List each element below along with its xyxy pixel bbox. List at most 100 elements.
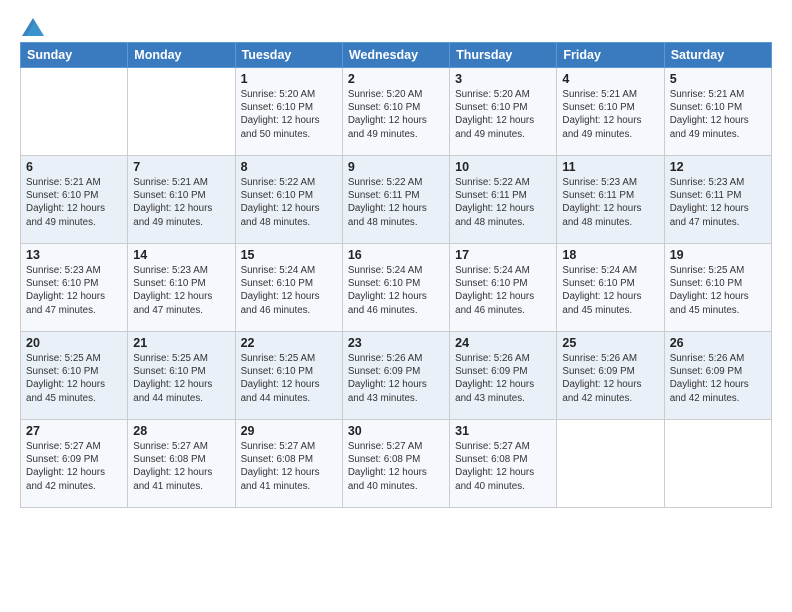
day-info: Sunrise: 5:23 AM Sunset: 6:10 PM Dayligh…: [26, 264, 122, 317]
day-number: 17: [455, 248, 551, 262]
page: SundayMondayTuesdayWednesdayThursdayFrid…: [0, 0, 792, 612]
day-cell: 7Sunrise: 5:21 AM Sunset: 6:10 PM Daylig…: [128, 156, 235, 244]
day-number: 26: [670, 336, 766, 350]
day-number: 9: [348, 160, 444, 174]
day-number: 23: [348, 336, 444, 350]
day-number: 14: [133, 248, 229, 262]
day-cell: 22 Sunrise: 5:25 AM Sunset: 6:10 PM Dayli…: [235, 332, 342, 420]
day-cell: [128, 68, 235, 156]
day-cell: 23 Sunrise: 5:26 AM Sunset: 6:09 PM Dayli…: [342, 332, 449, 420]
logo-icon: [22, 18, 44, 36]
day-info: Sunrise: 5:24 AM Sunset: 6:10 PM Dayligh…: [241, 264, 337, 317]
day-info: Sunrise: 5:25 AM Sunset: 6:10 PM Dayligh…: [241, 352, 337, 405]
day-cell: 9 Sunrise: 5:22 AM Sunset: 6:11 PM Daylig…: [342, 156, 449, 244]
week-row-3: 13 Sunrise: 5:23 AM Sunset: 6:10 PM Dayli…: [21, 244, 772, 332]
day-cell: 28 Sunrise: 5:27 AM Sunset: 6:08 PM Dayli…: [128, 420, 235, 508]
calendar: SundayMondayTuesdayWednesdayThursdayFrid…: [20, 42, 772, 508]
day-number: 19: [670, 248, 766, 262]
day-number: 28: [133, 424, 229, 438]
header-cell-wednesday: Wednesday: [342, 43, 449, 68]
day-number: 21: [133, 336, 229, 350]
day-info: Sunrise: 5:26 AM Sunset: 6:09 PM Dayligh…: [455, 352, 551, 405]
header-cell-thursday: Thursday: [450, 43, 557, 68]
day-cell: 1 Sunrise: 5:20 AM Sunset: 6:10 PM Daylig…: [235, 68, 342, 156]
logo: [20, 18, 44, 36]
day-number: 2: [348, 72, 444, 86]
day-cell: 29Sunrise: 5:27 AM Sunset: 6:08 PM Dayli…: [235, 420, 342, 508]
day-info: Sunrise: 5:24 AM Sunset: 6:10 PM Dayligh…: [562, 264, 658, 317]
header-cell-monday: Monday: [128, 43, 235, 68]
day-info: Sunrise: 5:24 AM Sunset: 6:10 PM Dayligh…: [455, 264, 551, 317]
day-number: 4: [562, 72, 658, 86]
day-info: Sunrise: 5:20 AM Sunset: 6:10 PM Dayligh…: [348, 88, 444, 141]
day-number: 8: [241, 160, 337, 174]
day-cell: 5Sunrise: 5:21 AM Sunset: 6:10 PM Daylig…: [664, 68, 771, 156]
day-info: Sunrise: 5:21 AM Sunset: 6:10 PM Dayligh…: [562, 88, 658, 141]
day-info: Sunrise: 5:27 AM Sunset: 6:08 PM Dayligh…: [348, 440, 444, 493]
day-cell: 11 Sunrise: 5:23 AM Sunset: 6:11 PM Dayli…: [557, 156, 664, 244]
day-cell: 30 Sunrise: 5:27 AM Sunset: 6:08 PM Dayli…: [342, 420, 449, 508]
day-cell: 26 Sunrise: 5:26 AM Sunset: 6:09 PM Dayli…: [664, 332, 771, 420]
header-cell-tuesday: Tuesday: [235, 43, 342, 68]
day-info: Sunrise: 5:23 AM Sunset: 6:11 PM Dayligh…: [670, 176, 766, 229]
day-cell: 8Sunrise: 5:22 AM Sunset: 6:10 PM Daylig…: [235, 156, 342, 244]
day-number: 16: [348, 248, 444, 262]
day-info: Sunrise: 5:25 AM Sunset: 6:10 PM Dayligh…: [133, 352, 229, 405]
day-cell: [21, 68, 128, 156]
day-info: Sunrise: 5:21 AM Sunset: 6:10 PM Dayligh…: [133, 176, 229, 229]
day-info: Sunrise: 5:20 AM Sunset: 6:10 PM Dayligh…: [455, 88, 551, 141]
day-info: Sunrise: 5:26 AM Sunset: 6:09 PM Dayligh…: [348, 352, 444, 405]
day-cell: 24 Sunrise: 5:26 AM Sunset: 6:09 PM Dayli…: [450, 332, 557, 420]
day-number: 13: [26, 248, 122, 262]
day-number: 24: [455, 336, 551, 350]
day-cell: 18 Sunrise: 5:24 AM Sunset: 6:10 PM Dayli…: [557, 244, 664, 332]
day-cell: 6Sunrise: 5:21 AM Sunset: 6:10 PM Daylig…: [21, 156, 128, 244]
day-info: Sunrise: 5:24 AM Sunset: 6:10 PM Dayligh…: [348, 264, 444, 317]
day-number: 5: [670, 72, 766, 86]
week-row-2: 6 Sunrise: 5:21 AM Sunset: 6:10 PM Daylig…: [21, 156, 772, 244]
day-cell: 2 Sunrise: 5:20 AM Sunset: 6:10 PM Daylig…: [342, 68, 449, 156]
day-info: Sunrise: 5:20 AM Sunset: 6:10 PM Dayligh…: [241, 88, 337, 141]
day-number: 1: [241, 72, 337, 86]
day-number: 29: [241, 424, 337, 438]
week-row-4: 20 Sunrise: 5:25 AM Sunset: 6:10 PM Dayli…: [21, 332, 772, 420]
day-number: 30: [348, 424, 444, 438]
day-cell: 14Sunrise: 5:23 AM Sunset: 6:10 PM Dayli…: [128, 244, 235, 332]
day-cell: 25Sunrise: 5:26 AM Sunset: 6:09 PM Dayli…: [557, 332, 664, 420]
day-number: 18: [562, 248, 658, 262]
day-info: Sunrise: 5:22 AM Sunset: 6:11 PM Dayligh…: [455, 176, 551, 229]
day-cell: 10 Sunrise: 5:22 AM Sunset: 6:11 PM Dayli…: [450, 156, 557, 244]
day-cell: 19 Sunrise: 5:25 AM Sunset: 6:10 PM Dayli…: [664, 244, 771, 332]
day-cell: 21 Sunrise: 5:25 AM Sunset: 6:10 PM Dayli…: [128, 332, 235, 420]
day-info: Sunrise: 5:27 AM Sunset: 6:08 PM Dayligh…: [455, 440, 551, 493]
header-row: SundayMondayTuesdayWednesdayThursdayFrid…: [21, 43, 772, 68]
day-cell: 20Sunrise: 5:25 AM Sunset: 6:10 PM Dayli…: [21, 332, 128, 420]
day-number: 6: [26, 160, 122, 174]
day-number: 31: [455, 424, 551, 438]
day-cell: 17 Sunrise: 5:24 AM Sunset: 6:10 PM Dayli…: [450, 244, 557, 332]
day-info: Sunrise: 5:23 AM Sunset: 6:11 PM Dayligh…: [562, 176, 658, 229]
day-number: 22: [241, 336, 337, 350]
day-info: Sunrise: 5:27 AM Sunset: 6:08 PM Dayligh…: [133, 440, 229, 493]
day-number: 20: [26, 336, 122, 350]
day-number: 10: [455, 160, 551, 174]
day-info: Sunrise: 5:26 AM Sunset: 6:09 PM Dayligh…: [562, 352, 658, 405]
day-number: 3: [455, 72, 551, 86]
header-cell-friday: Friday: [557, 43, 664, 68]
day-cell: 4 Sunrise: 5:21 AM Sunset: 6:10 PM Daylig…: [557, 68, 664, 156]
header: [20, 18, 772, 36]
day-cell: 3 Sunrise: 5:20 AM Sunset: 6:10 PM Daylig…: [450, 68, 557, 156]
day-cell: 13 Sunrise: 5:23 AM Sunset: 6:10 PM Dayli…: [21, 244, 128, 332]
day-cell: 27Sunrise: 5:27 AM Sunset: 6:09 PM Dayli…: [21, 420, 128, 508]
day-number: 11: [562, 160, 658, 174]
week-row-1: 1 Sunrise: 5:20 AM Sunset: 6:10 PM Daylig…: [21, 68, 772, 156]
day-info: Sunrise: 5:27 AM Sunset: 6:09 PM Dayligh…: [26, 440, 122, 493]
header-cell-saturday: Saturday: [664, 43, 771, 68]
day-info: Sunrise: 5:26 AM Sunset: 6:09 PM Dayligh…: [670, 352, 766, 405]
header-cell-sunday: Sunday: [21, 43, 128, 68]
day-cell: [557, 420, 664, 508]
day-number: 15: [241, 248, 337, 262]
day-info: Sunrise: 5:25 AM Sunset: 6:10 PM Dayligh…: [670, 264, 766, 317]
day-info: Sunrise: 5:22 AM Sunset: 6:11 PM Dayligh…: [348, 176, 444, 229]
day-cell: 31 Sunrise: 5:27 AM Sunset: 6:08 PM Dayli…: [450, 420, 557, 508]
